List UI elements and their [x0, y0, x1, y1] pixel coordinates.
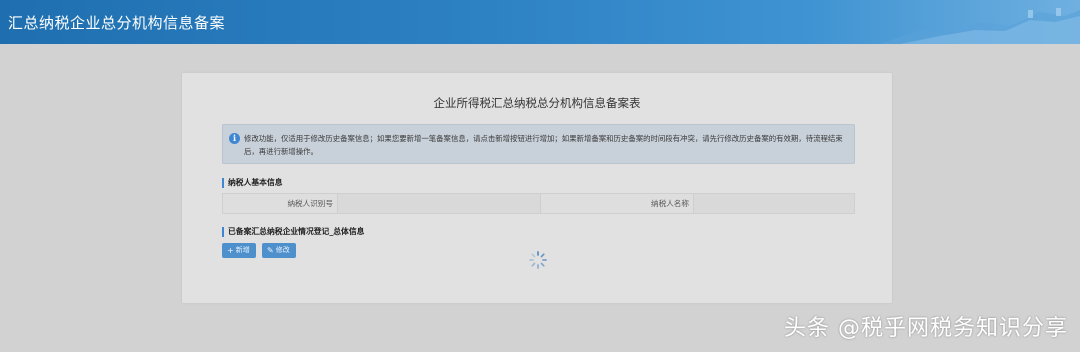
taxpayer-id-label: 纳税人识别号 — [287, 199, 333, 208]
taxpayer-section-heading: 纳税人基本信息 — [222, 178, 283, 188]
edit-button[interactable]: ✎ 修改 — [262, 243, 296, 258]
loading-spinner-icon — [529, 251, 547, 269]
plus-icon: + — [227, 246, 234, 255]
great-wall-banner-image — [880, 8, 1080, 44]
form-title: 企业所得税汇总纳税总分机构信息备案表 — [433, 96, 641, 110]
taxpayer-info-row: 纳税人识别号 纳税人名称 — [222, 193, 855, 214]
taxpayer-name-label: 纳税人名称 — [651, 199, 689, 208]
form-card: 企业所得税汇总纳税总分机构信息备案表 i 修改功能，仅适用于修改历史备案信息；如… — [182, 73, 892, 303]
add-button-label: 新增 — [235, 246, 250, 254]
edit-button-label: 修改 — [275, 246, 290, 254]
add-button[interactable]: + 新增 — [222, 243, 256, 258]
app-header: 汇总纳税企业总分机构信息备案 — [0, 0, 1080, 44]
notice-box: i 修改功能，仅适用于修改历史备案信息；如果您要新增一笔备案信息，请点击新增按钮… — [222, 124, 855, 164]
summary-section-heading: 已备案汇总纳税企业情况登记_总体信息 — [222, 227, 364, 237]
watermark-text: 头条 @税乎网税务知识分享 — [784, 316, 1068, 341]
pencil-icon: ✎ — [267, 246, 274, 255]
taxpayer-name-value — [693, 194, 854, 213]
app-title: 汇总纳税企业总分机构信息备案 — [8, 14, 226, 32]
taxpayer-id-value — [337, 194, 541, 213]
notice-text: 修改功能，仅适用于修改历史备案信息；如果您要新增一笔备案信息，请点击新增按钮进行… — [244, 134, 843, 156]
info-icon: i — [229, 133, 240, 144]
